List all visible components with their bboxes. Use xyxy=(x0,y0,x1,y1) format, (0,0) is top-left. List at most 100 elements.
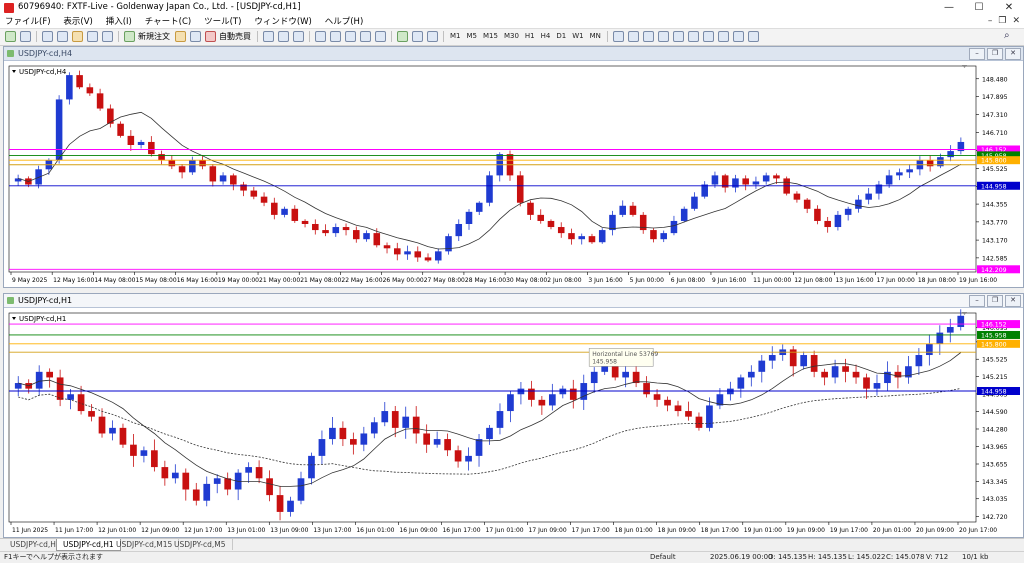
candle-body xyxy=(896,172,903,176)
new-order-button[interactable]: 新規注文 xyxy=(138,31,170,42)
price-chart-h4[interactable]: USDJPY-cd,H4 148.480 147.895 147.310 146.710… xyxy=(4,61,1023,286)
templates-icon[interactable] xyxy=(427,31,438,42)
search-icon[interactable]: ⌕ xyxy=(1004,30,1016,42)
x-tick-label: 5 Jun 00:00 xyxy=(630,277,664,284)
window-maximize-button[interactable]: ❐ xyxy=(987,48,1003,60)
candle-body xyxy=(98,416,106,434)
tile-windows-icon[interactable] xyxy=(345,31,356,42)
timeframe-h4[interactable]: H4 xyxy=(538,31,554,42)
profiles-icon[interactable] xyxy=(20,31,31,42)
x-tick-label: 12 May 16:00 xyxy=(53,277,94,284)
tab-usdjpy-m5[interactable]: USDJPY-cd,M5 xyxy=(168,539,233,550)
timeframe-h1[interactable]: H1 xyxy=(522,31,538,42)
window-minimize-button[interactable]: – xyxy=(969,295,985,307)
x-tick-label: 12 Jun 01:00 xyxy=(98,527,136,534)
window-close-button[interactable]: ✕ xyxy=(1005,48,1021,60)
market-watch-icon[interactable] xyxy=(42,31,53,42)
metaeditor-icon[interactable] xyxy=(175,31,186,42)
zoom-out-icon[interactable] xyxy=(330,31,341,42)
candle-body xyxy=(706,405,713,428)
menu-help[interactable]: ヘルプ(H) xyxy=(320,16,369,28)
auto-trade-icon[interactable] xyxy=(205,31,216,42)
x-tick-label: 15 May 08:00 xyxy=(136,277,177,284)
menu-chart[interactable]: チャート(C) xyxy=(140,16,196,28)
menu-file[interactable]: ファイル(F) xyxy=(0,16,56,28)
x-tick-label: 11 Jun 2025 xyxy=(12,527,48,534)
x-tick-label: 3 Jun 16:00 xyxy=(588,277,622,284)
autoscroll-icon[interactable] xyxy=(375,31,386,42)
candle-body xyxy=(486,427,493,440)
navigator-icon[interactable] xyxy=(72,31,83,42)
candle-body xyxy=(611,366,619,378)
indicators-icon[interactable] xyxy=(397,31,408,42)
vertical-line-icon[interactable] xyxy=(642,31,654,42)
settings-icon[interactable] xyxy=(190,31,201,42)
timeframe-d1[interactable]: D1 xyxy=(553,31,569,42)
arrows-tool-icon[interactable] xyxy=(747,31,759,42)
horizontal-line-icon[interactable] xyxy=(657,31,669,42)
window-maximize-button[interactable]: ❐ xyxy=(987,295,1003,307)
crosshair-icon[interactable] xyxy=(627,31,639,42)
x-tick-label: 21 May 00:00 xyxy=(259,277,300,284)
label-tool-icon[interactable] xyxy=(732,31,744,42)
timeframe-m15[interactable]: M15 xyxy=(480,31,501,42)
line-chart-icon[interactable] xyxy=(293,31,304,42)
menu-window[interactable]: ウィンドウ(W) xyxy=(249,16,317,28)
auto-trade-button[interactable]: 自動売買 xyxy=(219,31,251,42)
close-button[interactable]: ✕ xyxy=(994,0,1024,16)
candlestick-icon[interactable] xyxy=(278,31,289,42)
chart-window-h1[interactable]: USDJPY-cd,H1 – ❐ ✕ USDJPY-cd,H1 146.095 14… xyxy=(3,293,1024,538)
chart-shift-icon[interactable] xyxy=(360,31,371,42)
zoom-in-icon[interactable] xyxy=(315,31,326,42)
candle-body xyxy=(260,196,268,203)
candle-body xyxy=(209,166,217,182)
y-tick-label: 144.590 xyxy=(982,409,1008,416)
maximize-button[interactable]: ☐ xyxy=(964,0,994,16)
timeframe-mn[interactable]: MN xyxy=(587,31,604,42)
menu-view[interactable]: 表示(V) xyxy=(58,16,97,28)
candle-body xyxy=(404,251,411,255)
candle-body xyxy=(643,383,650,395)
toolbar: 新規注文 自動売買 M1 M5 M15 M30 H1 H4 D1 W1 MN xyxy=(0,29,1024,46)
timeframe-m1[interactable]: M1 xyxy=(447,31,464,42)
candle-body xyxy=(711,175,719,185)
price-chart-h1[interactable]: USDJPY-cd,H1146.095145.835145.525145.215… xyxy=(4,308,1023,536)
timeframe-w1[interactable]: W1 xyxy=(569,31,586,42)
x-tick-label: 11 Jun 17:00 xyxy=(55,527,93,534)
chart-window-h4[interactable]: USDJPY-cd,H4 – ❐ ✕ USDJPY-cd,H4 148.480 14… xyxy=(3,46,1024,288)
mdi-minimize-icon[interactable]: – xyxy=(988,16,993,28)
chart-tabs: USDJPY-cd,H4 USDJPY-cd,H1 USDJPY-cd,M15 … xyxy=(0,538,1024,551)
mdi-close-icon[interactable]: ✕ xyxy=(1012,16,1020,28)
cursor-icon[interactable] xyxy=(612,31,624,42)
chart-window-icon xyxy=(7,50,14,57)
candle-body xyxy=(370,422,378,434)
minimize-button[interactable]: — xyxy=(934,0,964,16)
timeframe-m30[interactable]: M30 xyxy=(501,31,522,42)
periods-icon[interactable] xyxy=(412,31,423,42)
timeframe-m5[interactable]: M5 xyxy=(464,31,481,42)
candle-body xyxy=(821,371,828,378)
x-tick-label: 16 May 16:00 xyxy=(177,277,218,284)
text-tool-icon[interactable] xyxy=(717,31,729,42)
candle-body xyxy=(67,394,74,400)
trendline-icon[interactable] xyxy=(672,31,684,42)
terminal-icon[interactable] xyxy=(87,31,98,42)
y-tick-label: 143.035 xyxy=(982,496,1008,503)
plot-area xyxy=(8,65,977,273)
fibonacci-icon[interactable] xyxy=(702,31,714,42)
candle-body xyxy=(842,366,849,372)
window-minimize-button[interactable]: – xyxy=(969,48,985,60)
menu-insert[interactable]: 挿入(I) xyxy=(101,16,137,28)
menu-tools[interactable]: ツール(T) xyxy=(199,16,246,28)
strategy-tester-icon[interactable] xyxy=(102,31,113,42)
window-close-button[interactable]: ✕ xyxy=(1005,295,1021,307)
bar-chart-icon[interactable] xyxy=(263,31,274,42)
data-window-icon[interactable] xyxy=(57,31,68,42)
new-chart-icon[interactable] xyxy=(5,31,16,42)
mdi-restore-icon[interactable]: ❐ xyxy=(998,16,1006,28)
new-order-icon[interactable] xyxy=(124,31,135,42)
channel-icon[interactable] xyxy=(687,31,699,42)
candle-body xyxy=(350,439,357,445)
x-tick-label: 19 May 00:00 xyxy=(218,277,259,284)
candle-body xyxy=(619,205,626,215)
